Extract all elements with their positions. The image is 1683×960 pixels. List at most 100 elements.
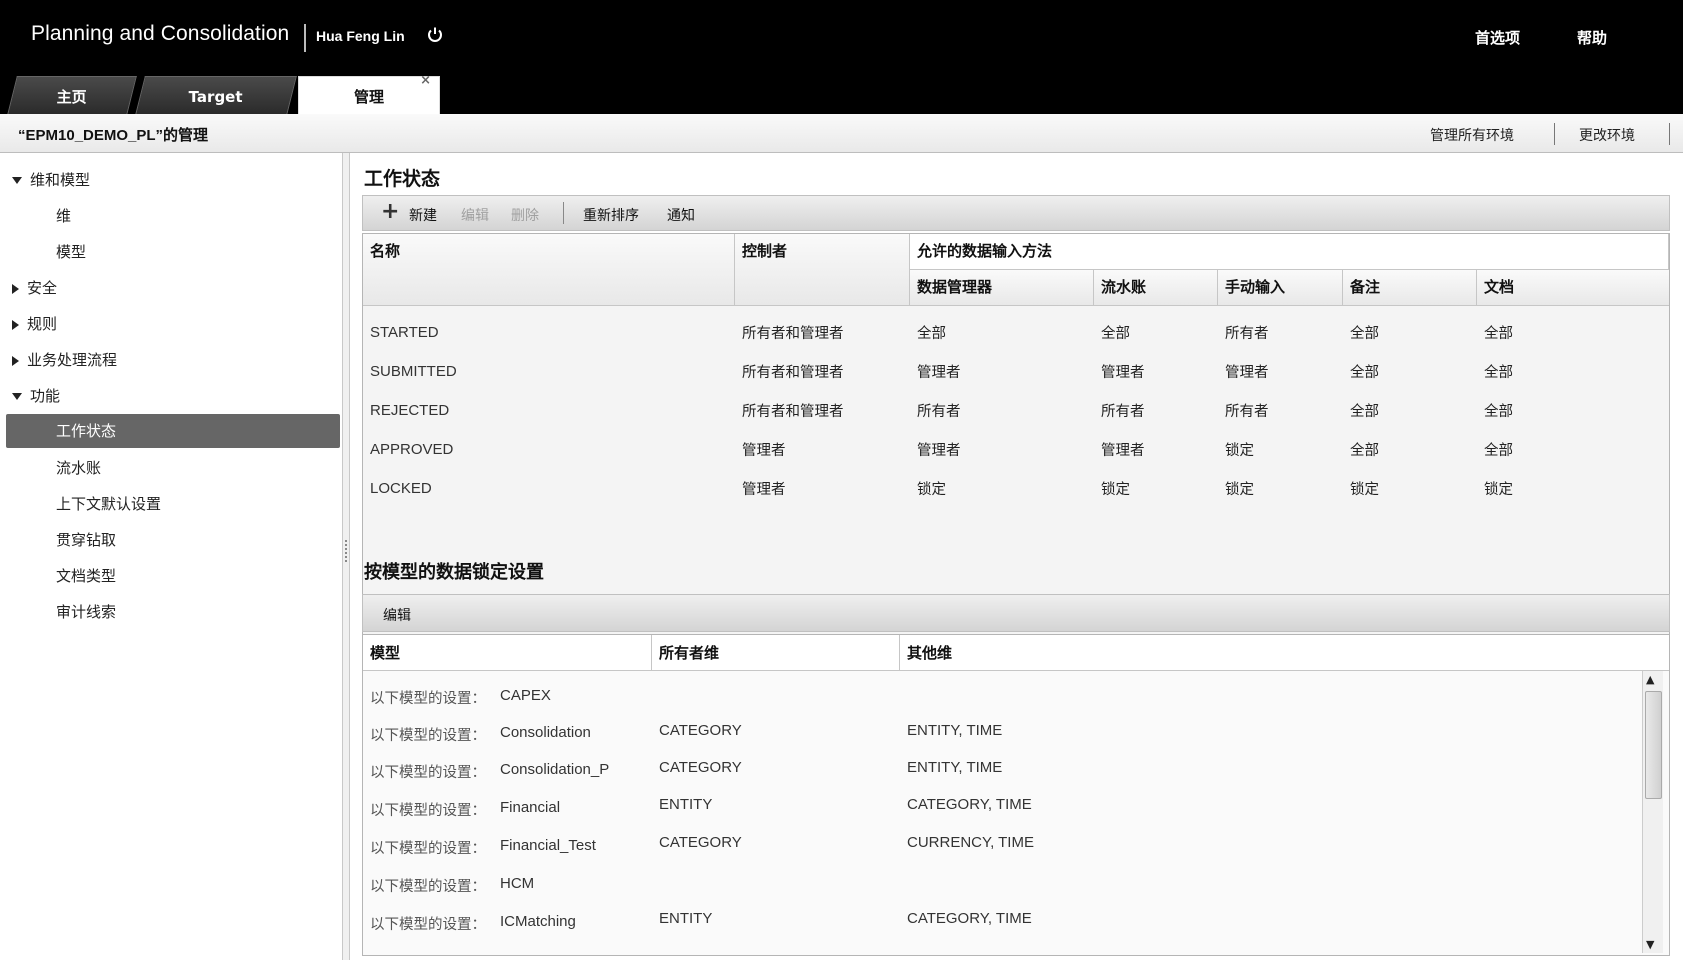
other-dimensions: CATEGORY, TIME	[907, 796, 1032, 813]
sidebar-item-label: 维	[56, 207, 72, 225]
sidebar-item-label: 模型	[56, 243, 87, 261]
tab-admin-label: 管理	[353, 88, 384, 106]
sidebar-item-models[interactable]: 模型	[56, 235, 86, 269]
notify-button[interactable]: 通知	[667, 205, 695, 225]
new-button[interactable]: 新建	[409, 205, 437, 225]
expand-icon[interactable]	[12, 319, 19, 330]
header-model: 模型	[370, 644, 401, 662]
scroll-down-icon[interactable]: ▼	[1646, 938, 1654, 951]
cell-journals: 管理者	[1101, 443, 1145, 459]
tab-strip: 主页 Target 管理 ×	[0, 73, 500, 115]
collapse-icon[interactable]	[12, 177, 22, 184]
reorder-button[interactable]: 重新排序	[583, 205, 639, 225]
page-title: “EPM10_DEMO_PL”的管理	[18, 127, 209, 144]
cell-comments: 全部	[1350, 326, 1379, 342]
sidebar-item-drill-through[interactable]: 贯穿钻取	[56, 523, 116, 557]
vertical-scrollbar[interactable]: ▲ ▼	[1642, 671, 1663, 953]
tab-home[interactable]: 主页	[7, 76, 137, 115]
cell-data-manager: 锁定	[917, 482, 946, 498]
tab-home-label: 主页	[56, 88, 87, 106]
sidebar-item-document-types[interactable]: 文档类型	[56, 559, 116, 593]
tab-target-label: Target	[188, 88, 243, 106]
sidebar-item-work-status[interactable]: 工作状态	[6, 414, 340, 448]
column-header-name[interactable]	[363, 234, 735, 306]
status-controller: 所有者和管理者	[742, 326, 844, 342]
other-dimensions: CATEGORY, TIME	[907, 910, 1032, 927]
sidebar-item-journals[interactable]: 流水账	[56, 451, 101, 485]
edit-button[interactable]: 编辑	[383, 605, 411, 625]
sidebar-item-label: 维和模型	[30, 171, 91, 189]
sidebar-item-security[interactable]: 安全	[12, 271, 57, 305]
header-data-manager: 数据管理器	[917, 278, 993, 296]
sidebar-item-dimensions-models[interactable]: 维和模型	[12, 163, 90, 197]
cell-documents: 全部	[1484, 365, 1513, 381]
sidebar-item-features[interactable]: 功能	[12, 379, 60, 413]
cell-journals: 锁定	[1101, 482, 1130, 498]
cell-documents: 全部	[1484, 443, 1513, 459]
scrollbar-thumb[interactable]	[1645, 691, 1662, 799]
cell-data-manager: 管理者	[917, 443, 961, 459]
help-link[interactable]: 帮助	[1577, 27, 1607, 48]
row-prefix: 以下模型的设置：	[370, 691, 486, 707]
scroll-up-icon[interactable]: ▲	[1646, 673, 1654, 686]
other-dimensions: ENTITY, TIME	[907, 759, 1003, 776]
sidebar-item-label: 审计线索	[56, 603, 117, 621]
expand-icon[interactable]	[12, 283, 19, 294]
close-icon[interactable]: ×	[420, 71, 431, 91]
sidebar-item-label: 贯穿钻取	[56, 531, 117, 549]
sidebar-item-label: 安全	[27, 279, 58, 297]
link-divider	[1669, 123, 1670, 145]
tab-admin[interactable]: 管理 ×	[298, 73, 440, 115]
column-header-other-dimensions[interactable]	[900, 635, 1669, 671]
cell-comments: 全部	[1350, 404, 1379, 420]
status-name: SUBMITTED	[370, 363, 457, 380]
expand-icon[interactable]	[12, 355, 19, 366]
model-name: Financial_Test	[500, 837, 596, 854]
model-name: HCM	[500, 875, 535, 892]
delete-button[interactable]: 删除	[511, 205, 539, 225]
sidebar-item-audit-trail[interactable]: 审计线索	[56, 595, 116, 629]
header-journals: 流水账	[1101, 278, 1147, 296]
other-dimensions: ENTITY, TIME	[907, 722, 1003, 739]
row-prefix: 以下模型的设置：	[370, 765, 486, 781]
header-owner-dimension: 所有者维	[659, 644, 720, 662]
cell-comments: 全部	[1350, 443, 1379, 459]
status-name: STARTED	[370, 324, 439, 341]
owner-dimension: ENTITY	[659, 796, 713, 813]
change-environment-link[interactable]: 更改环境	[1579, 125, 1635, 145]
status-name: LOCKED	[370, 480, 432, 497]
edit-button[interactable]: 编辑	[461, 205, 489, 225]
cell-journals: 管理者	[1101, 365, 1145, 381]
sidebar-item-label: 流水账	[56, 459, 102, 477]
header-manual-entry: 手动输入	[1225, 278, 1286, 296]
cell-journals: 全部	[1101, 326, 1130, 342]
cell-data-manager: 所有者	[917, 404, 961, 420]
toolbar-divider	[563, 202, 564, 224]
row-prefix: 以下模型的设置：	[370, 728, 486, 744]
sidebar-item-business-process-flows[interactable]: 业务处理流程	[12, 343, 117, 377]
sidebar-item-label: 文档类型	[56, 567, 117, 585]
preferences-link[interactable]: 首选项	[1475, 27, 1520, 48]
splitter-grip-icon[interactable]	[345, 540, 347, 562]
work-status-title: 工作状态	[364, 168, 441, 190]
tab-target[interactable]: Target	[135, 76, 297, 115]
row-prefix: 以下模型的设置：	[370, 917, 486, 933]
manage-all-environments-link[interactable]: 管理所有环境	[1430, 125, 1514, 145]
header-comments: 备注	[1350, 278, 1381, 296]
cell-manual-entry: 所有者	[1225, 326, 1269, 342]
sidebar-item-context-defaults[interactable]: 上下文默认设置	[56, 487, 161, 521]
cell-documents: 全部	[1484, 326, 1513, 342]
row-prefix: 以下模型的设置：	[370, 803, 486, 819]
cell-data-manager: 管理者	[917, 365, 961, 381]
column-header-model[interactable]	[363, 635, 652, 671]
collapse-icon[interactable]	[12, 393, 22, 400]
data-lock-title: 按模型的数据锁定设置	[364, 562, 544, 583]
sidebar-item-label: 业务处理流程	[27, 351, 118, 369]
sidebar-item-dimensions[interactable]: 维	[56, 199, 71, 233]
environment-bar: “EPM10_DEMO_PL”的管理 管理所有环境 更改环境	[0, 114, 1683, 153]
power-icon[interactable]	[426, 26, 444, 44]
add-icon[interactable]: +	[381, 199, 399, 224]
header-other-dimensions: 其他维	[907, 644, 953, 662]
owner-dimension: CATEGORY	[659, 722, 742, 739]
sidebar-item-rules[interactable]: 规则	[12, 307, 57, 341]
